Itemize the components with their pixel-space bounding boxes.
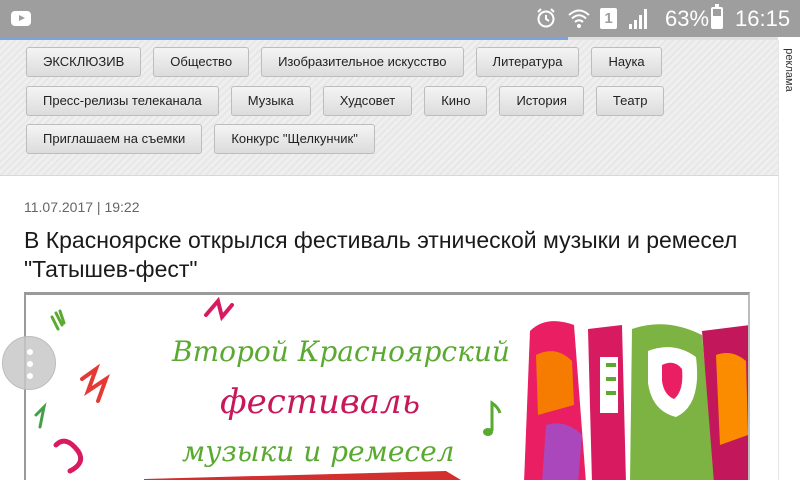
ad-strip[interactable]: [778, 40, 800, 480]
clock: 16:15: [735, 6, 791, 31]
category-fine-art-button[interactable]: Изобразительное искусство: [261, 47, 464, 77]
menu-dot: [27, 373, 33, 379]
battery-percent: 63%: [665, 6, 710, 31]
category-science-button[interactable]: Наука: [591, 47, 662, 77]
category-exclusive-button[interactable]: ЭКСКЛЮЗИВ: [26, 47, 142, 77]
article-title: В Красноярске открылся фестиваль этничес…: [24, 227, 738, 282]
category-row-1: ЭКСКЛЮЗИВ Общество Изобразительное искус…: [26, 47, 662, 77]
poster-line-1: Второй Красноярский: [171, 335, 510, 368]
category-music-button[interactable]: Музыка: [230, 86, 311, 116]
category-art-council-button[interactable]: Худсовет: [322, 86, 413, 116]
ad-label-text: реклама: [783, 48, 795, 92]
category-literature-button[interactable]: Литература: [475, 47, 580, 77]
wifi-icon: [568, 9, 590, 28]
festival-logo: [524, 321, 748, 480]
category-theatre-button[interactable]: Театр: [595, 86, 665, 116]
category-society-button[interactable]: Общество: [153, 47, 250, 77]
article-image[interactable]: Второй Красноярский фестиваль музыки и р…: [24, 292, 750, 480]
signal-icon: [629, 9, 647, 29]
festival-poster: Второй Красноярский фестиваль музыки и р…: [34, 296, 748, 480]
battery-fill: [713, 15, 721, 27]
youtube-icon: [11, 11, 31, 26]
poster-line-2: фестиваль: [220, 382, 420, 422]
more-vert-icon[interactable]: [2, 336, 56, 390]
alarm-icon: [537, 8, 555, 28]
category-row-3: Приглашаем на съемки Конкурс "Щелкунчик": [26, 124, 375, 154]
menu-dot: [27, 361, 33, 367]
ad-label: реклама: [778, 40, 800, 100]
battery-icon: [711, 4, 723, 29]
category-row-2: Пресс-релизы телеканала Музыка Худсовет …: [26, 86, 665, 116]
category-nutcracker-contest-button[interactable]: Конкурс "Щелкунчик": [214, 124, 375, 154]
sim-icon: 1: [600, 8, 617, 29]
poster-line-3: музыки и ремесел: [182, 435, 454, 468]
category-panel: ЭКСКЛЮЗИВ Общество Изобразительное искус…: [0, 40, 778, 176]
menu-dot: [27, 349, 33, 355]
article-date: 11.07.2017 | 19:22: [24, 199, 140, 215]
category-casting-button[interactable]: Приглашаем на съемки: [26, 124, 203, 154]
category-history-button[interactable]: История: [499, 86, 584, 116]
category-cinema-button[interactable]: Кино: [424, 86, 488, 116]
category-press-releases-button[interactable]: Пресс-релизы телеканала: [26, 86, 219, 116]
status-bar: 1 63% 16:15: [0, 0, 800, 37]
